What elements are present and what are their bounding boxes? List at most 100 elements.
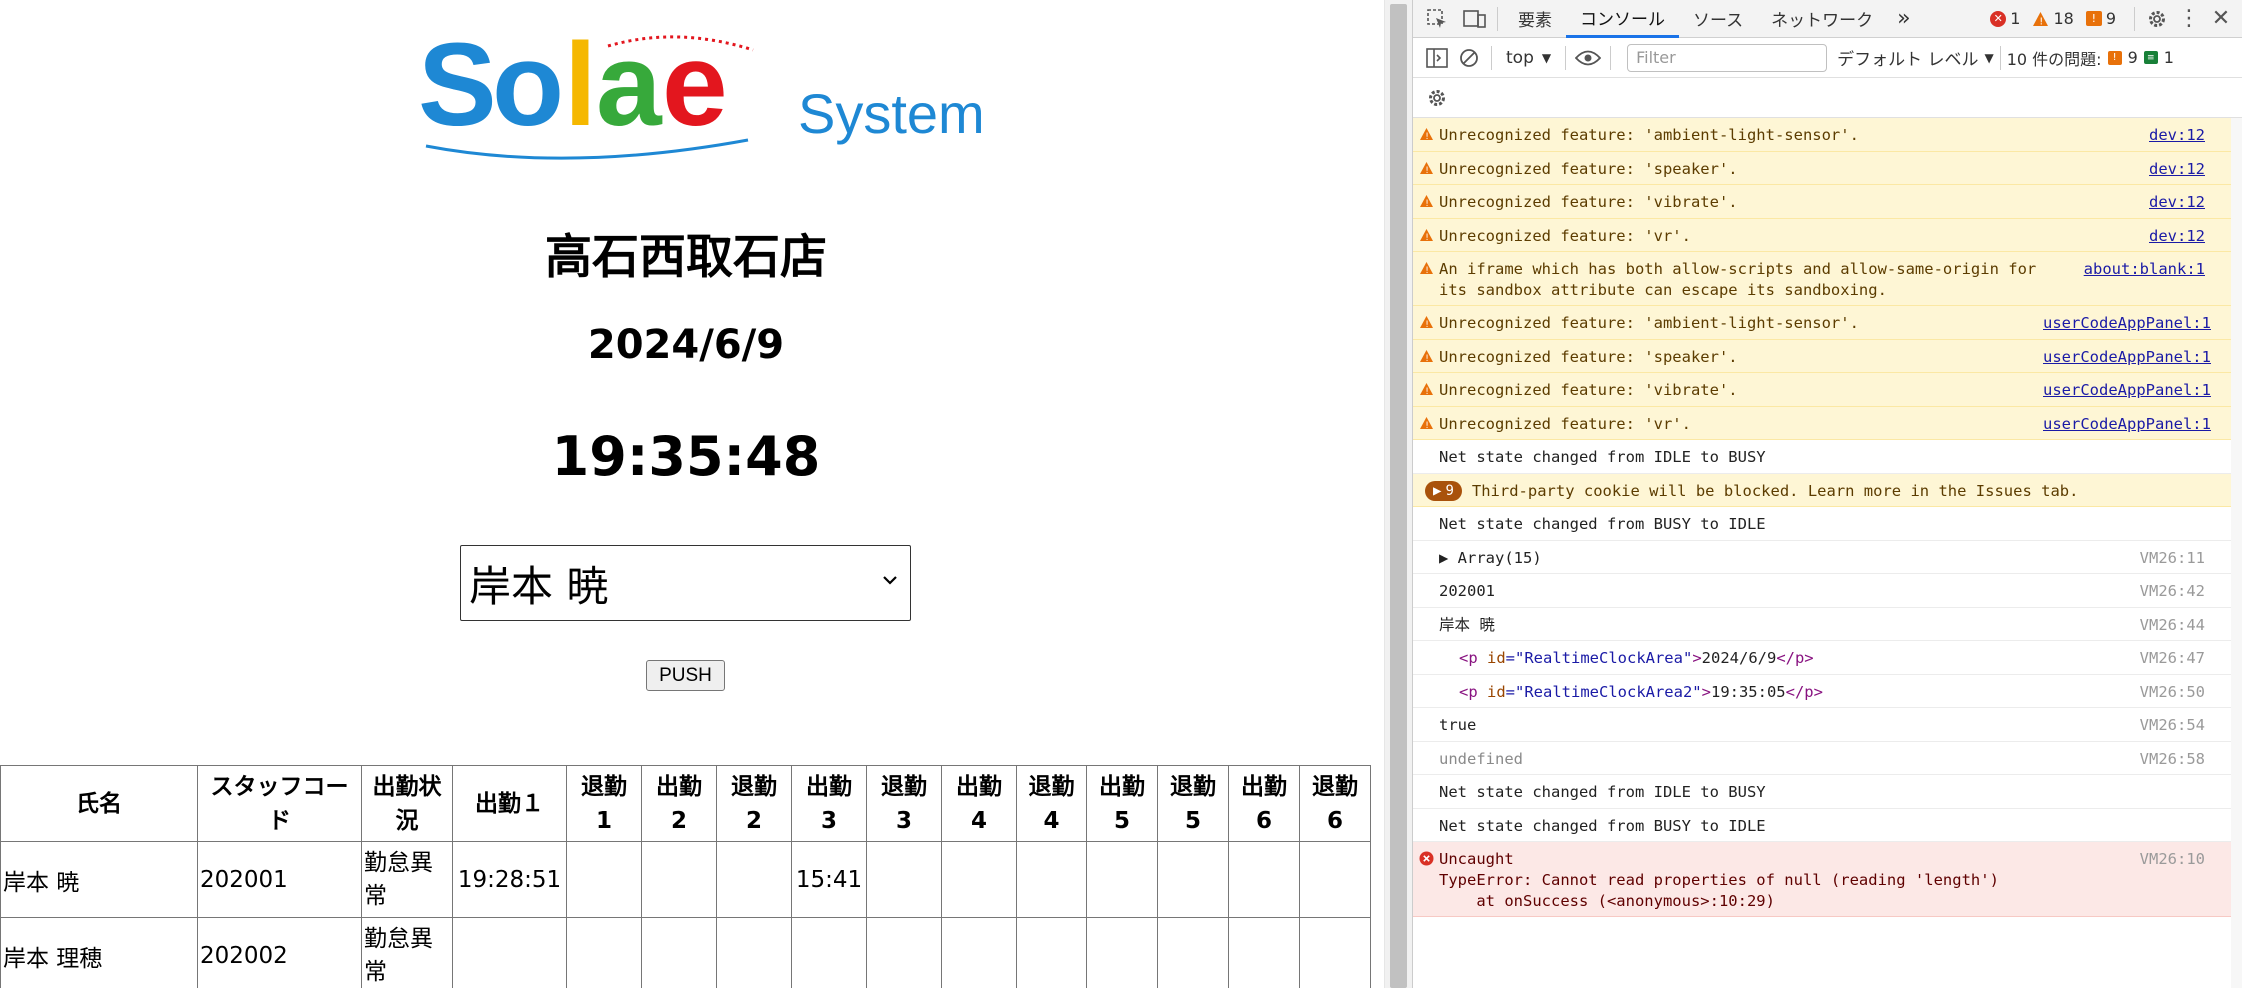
error-count-badge[interactable]: ✕ 1: [1990, 9, 2020, 28]
time-cell: [1016, 841, 1087, 918]
html-open-tag: <p: [1459, 682, 1487, 701]
column-header: 出勤 3: [791, 765, 867, 842]
divider: [1999, 45, 2001, 70]
console-message[interactable]: ! Unrecognized feature: 'vibrate'. dev:12: [1413, 185, 2242, 219]
warning-count-badge[interactable]: ! 18: [2032, 9, 2074, 28]
message-source-link[interactable]: dev:12: [2093, 192, 2242, 213]
devtools-tab[interactable]: コンソール: [1566, 0, 1679, 38]
html-open-tag: <p: [1459, 649, 1487, 667]
column-header-line: 退勤: [1170, 773, 1216, 800]
devtools-tab[interactable]: ソース: [1679, 0, 1757, 38]
console-message[interactable]: ! Unrecognized feature: 'ambient-light-se…: [1413, 118, 2242, 152]
message-source-link[interactable]: userCodeAppPanel:1: [2043, 414, 2242, 435]
message-gutter: [1413, 514, 1439, 516]
console-message-text: Uncaught TypeError: Cannot read properti…: [1439, 850, 1999, 910]
column-header-line: 2: [670, 807, 687, 834]
message-source-link[interactable]: VM26:58: [2093, 749, 2242, 770]
console-message[interactable]: <p id="RealtimeClockArea2">19:35:05</p> V…: [1413, 675, 2242, 708]
context-selector[interactable]: top ▼: [1498, 48, 1559, 68]
message-source-link[interactable]: VM26:44: [2093, 615, 2242, 636]
console-message-text: Unrecognized feature: 'vibrate'.: [1439, 381, 1738, 399]
message-source-link[interactable]: dev:12: [2093, 159, 2242, 180]
console-message[interactable]: ! Unrecognized feature: 'ambient-light-se…: [1413, 306, 2242, 340]
clear-console-icon[interactable]: [1453, 42, 1485, 74]
console-message[interactable]: ! Unrecognized feature: 'speaker'. userCod…: [1413, 339, 2242, 373]
more-tabs-icon[interactable]: »: [1887, 0, 1920, 38]
console-message[interactable]: true VM26:54: [1413, 708, 2242, 742]
warning-icon: !: [1413, 414, 1439, 430]
message-source-link[interactable]: about:blank:1: [2043, 259, 2242, 280]
time-cell: [716, 841, 792, 918]
message-source-link[interactable]: dev:12: [2093, 125, 2242, 146]
time-cell: [941, 917, 1017, 988]
console-message[interactable]: ! Unrecognized feature: 'speaker'. dev:12: [1413, 151, 2242, 185]
staff-select[interactable]: 岸本 暁: [460, 545, 911, 621]
time-cell: [566, 917, 642, 988]
message-source-link[interactable]: VM26:47: [2093, 648, 2242, 669]
issue-icon: !: [2085, 11, 2102, 26]
column-header-line: 1: [595, 807, 612, 834]
console-message[interactable]: ! Unrecognized feature: 'vibrate'. userCod…: [1413, 373, 2242, 407]
message-source-link[interactable]: dev:12: [2093, 226, 2242, 247]
column-header: 出勤 5: [1086, 765, 1158, 842]
console-message[interactable]: <p id="RealtimeClockArea">2024/6/9</p> VM…: [1413, 641, 2242, 675]
more-options-icon[interactable]: ⋮: [2173, 3, 2205, 35]
divider: [1491, 45, 1492, 70]
log-level-selector[interactable]: デフォルト レベル ▼: [1837, 45, 1994, 70]
time-cell: [1228, 917, 1300, 988]
message-gutter: [1413, 548, 1439, 550]
console-message[interactable]: Net state changed from BUSY to IDLE: [1413, 809, 2242, 842]
time-cell: [1086, 917, 1158, 988]
devtools-tab[interactable]: ネットワーク: [1757, 0, 1887, 38]
message-source-link[interactable]: VM26:42: [2093, 581, 2242, 602]
time-cell: [1228, 841, 1300, 918]
context-value: top: [1506, 47, 1534, 68]
device-toolbar-icon[interactable]: [1459, 3, 1491, 35]
console-scrollbar[interactable]: [2231, 118, 2242, 988]
message-source-link[interactable]: VM26:54: [2093, 715, 2242, 736]
console-message[interactable]: ▶ Array(15) VM26:11: [1413, 541, 2242, 574]
sidebar-toggle-icon[interactable]: [1421, 42, 1453, 74]
message-group-count[interactable]: ▶ 9: [1425, 480, 1462, 501]
console-message[interactable]: ! Unrecognized feature: 'vr'. userCodeAppP…: [1413, 406, 2242, 440]
message-source-link[interactable]: userCodeAppPanel:1: [2043, 313, 2242, 334]
live-expression-eye-icon[interactable]: [1572, 42, 1604, 74]
console-settings-gear-icon[interactable]: [1421, 82, 1453, 114]
console-message[interactable]: Net state changed from IDLE to BUSY: [1413, 440, 2242, 474]
issues-link[interactable]: 10 件の問題: ! 9 ≡ 1: [2007, 46, 2174, 70]
console-message[interactable]: ! An iframe which has both allow-scripts …: [1413, 252, 2242, 306]
warning-icon: !: [1413, 259, 1439, 275]
console-message[interactable]: Net state changed from BUSY to IDLE: [1413, 507, 2242, 541]
message-source-link[interactable]: userCodeAppPanel:1: [2043, 347, 2242, 368]
console-message-text: Net state changed from IDLE to BUSY: [1439, 783, 1766, 801]
warning-icon: !: [1413, 192, 1439, 208]
message-source-link[interactable]: VM26:50: [2093, 682, 2242, 703]
message-source-link[interactable]: VM26:11: [2093, 548, 2242, 569]
console-message[interactable]: Uncaught TypeError: Cannot read properti…: [1413, 842, 2242, 917]
column-header-line: 出勤: [956, 773, 1002, 800]
console-message[interactable]: Net state changed from IDLE to BUSY: [1413, 775, 2242, 809]
issues-count-badge[interactable]: ! 9: [2085, 9, 2116, 28]
inspect-element-icon[interactable]: [1421, 3, 1453, 35]
console-message[interactable]: undefined VM26:58: [1413, 742, 2242, 775]
message-source-link[interactable]: VM26:10: [2093, 849, 2242, 870]
console-filter-input[interactable]: Filter: [1627, 43, 1828, 72]
column-header: 退勤 1: [566, 765, 642, 842]
console-message[interactable]: 岸本 暁 VM26:44: [1413, 608, 2242, 641]
page-scrollbar[interactable]: [1384, 0, 1412, 988]
message-source-link[interactable]: userCodeAppPanel:1: [2043, 380, 2242, 401]
console-message[interactable]: ▶ 9 Third-party cookie will be blocked. Le…: [1413, 473, 2242, 507]
console-message[interactable]: 202001 VM26:42: [1413, 574, 2242, 608]
column-header: 退勤 4: [1016, 765, 1087, 842]
column-header-line: ド: [268, 807, 291, 834]
scrollbar-thumb[interactable]: [1390, 4, 1407, 988]
console-toolbar: top ▼ Filter デフォルト レベル ▼ 10 件の問題: ! 9 ≡ …: [1413, 38, 2242, 78]
svg-text:l: l: [564, 28, 597, 151]
close-devtools-icon[interactable]: ✕: [2205, 3, 2237, 35]
settings-gear-icon[interactable]: [2141, 3, 2173, 35]
push-button[interactable]: PUSH: [646, 660, 725, 691]
html-close-tag: </p>: [1776, 649, 1814, 667]
column-header-line: 出勤状: [372, 773, 442, 800]
console-message[interactable]: ! Unrecognized feature: 'vr'. dev:12: [1413, 218, 2242, 252]
devtools-tab[interactable]: 要素: [1504, 0, 1566, 38]
